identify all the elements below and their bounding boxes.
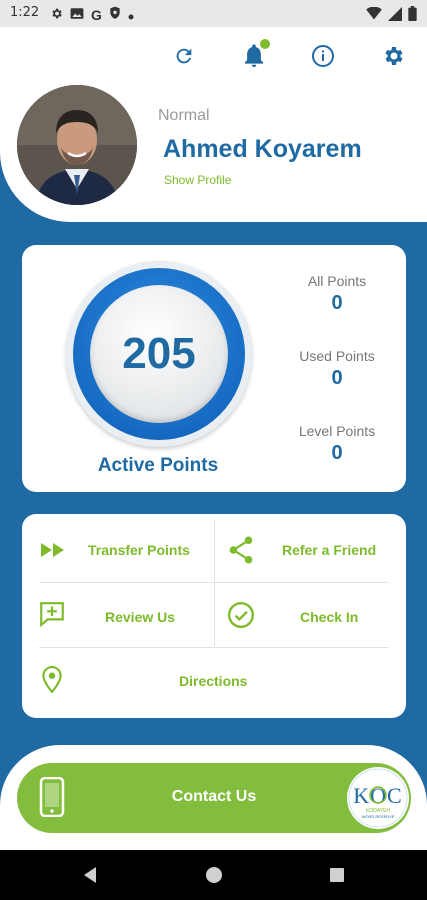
stat-label: Level Points <box>298 423 376 439</box>
avatar[interactable] <box>17 85 137 205</box>
status-time: 1:22 <box>10 5 40 20</box>
stat-value: 0 <box>331 292 343 314</box>
review-icon <box>36 598 68 630</box>
signal-icon <box>388 6 402 24</box>
active-points-value: 205 <box>122 329 196 378</box>
image-icon <box>70 7 84 23</box>
active-points-label: Active Points <box>97 455 219 476</box>
status-bar: 1:22 G <box>0 0 427 27</box>
stat-level-points: Level Points 0 <box>282 423 392 465</box>
check-circle-icon <box>225 599 257 631</box>
contact-us-button[interactable]: Contact Us KOC KODAYEH WORD RESERVE <box>17 763 411 833</box>
directions-button[interactable]: Directions <box>22 648 406 716</box>
brand-logo: KOC KODAYEH WORD RESERVE <box>347 767 409 829</box>
action-label: Refer a Friend <box>282 542 377 558</box>
system-nav-bar <box>0 850 427 900</box>
stat-all-points: All Points 0 <box>282 273 392 315</box>
profile-header: Normal Ahmed Koyarem Show Profile <box>0 27 427 222</box>
refresh-icon[interactable] <box>171 43 197 69</box>
refer-friend-button[interactable]: Refer a Friend <box>215 514 406 582</box>
bell-icon[interactable] <box>241 39 270 69</box>
info-icon[interactable] <box>310 43 336 69</box>
action-label: Check In <box>300 609 359 625</box>
home-icon[interactable] <box>203 864 225 886</box>
membership-level: Normal <box>158 107 210 124</box>
action-label: Directions <box>179 673 248 689</box>
back-icon[interactable] <box>79 864 101 886</box>
stat-value: 0 <box>331 442 343 464</box>
action-label: Transfer Points <box>88 542 190 558</box>
wifi-icon <box>366 6 382 23</box>
recents-icon[interactable] <box>326 864 348 886</box>
google-icon: G <box>91 6 102 23</box>
actions-card: Transfer Points Refer a Friend Review Us… <box>22 514 406 718</box>
show-profile-link[interactable]: Show Profile <box>164 173 231 187</box>
stat-label: All Points <box>307 273 367 289</box>
check-in-button[interactable]: Check In <box>215 583 406 647</box>
battery-icon <box>408 6 417 24</box>
location-pin-icon <box>36 664 68 696</box>
action-label: Review Us <box>105 609 176 625</box>
settings-icon[interactable] <box>380 43 406 69</box>
points-card: 205 Active Points All Points 0 Used Poin… <box>22 245 406 492</box>
fast-forward-icon <box>37 534 69 566</box>
stat-label: Used Points <box>299 348 375 364</box>
notification-dot <box>260 39 270 49</box>
active-points-ring: 205 <box>66 261 252 447</box>
gear-icon <box>50 7 63 23</box>
share-icon <box>225 534 257 566</box>
transfer-points-button[interactable]: Transfer Points <box>22 514 214 582</box>
stat-value: 0 <box>331 367 343 389</box>
user-name: Ahmed Koyarem <box>163 135 362 163</box>
dot-icon <box>128 7 134 23</box>
svg-text:WORD RESERVE: WORD RESERVE <box>362 814 395 819</box>
review-us-button[interactable]: Review Us <box>22 583 214 647</box>
bottom-panel: Contact Us KOC KODAYEH WORD RESERVE <box>0 745 427 850</box>
shield-icon <box>109 6 121 23</box>
stat-used-points: Used Points 0 <box>282 348 392 390</box>
